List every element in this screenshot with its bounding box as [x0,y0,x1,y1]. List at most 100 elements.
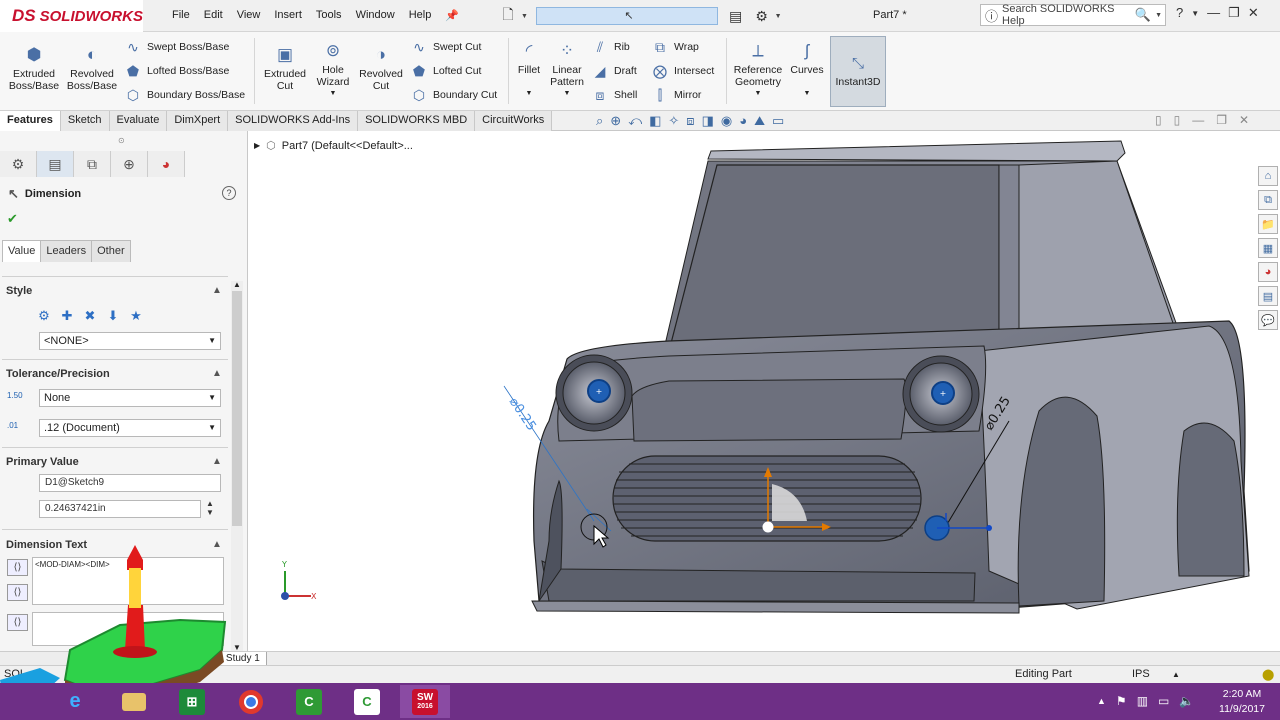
file-properties-icon[interactable]: ▤ [725,5,747,27]
right-headlight[interactable]: + [902,355,980,433]
view-palette-icon[interactable]: ▦ [1258,238,1278,258]
menu-help[interactable]: Help [402,9,439,22]
hide-show-items-icon[interactable]: ◉ [721,113,732,129]
lofted-cut-button[interactable]: ⬟ Lofted Cut [410,60,482,82]
dynamic-annotation-icon[interactable]: ✧ [668,113,679,129]
tab-mbd[interactable]: SOLIDWORKS MBD [358,111,476,131]
swept-cut-button[interactable]: ∿ Swept Cut [410,36,481,58]
close-icon[interactable]: ✕ [1248,5,1259,21]
pane-right-icon[interactable]: ▯ [1174,113,1181,127]
menu-insert[interactable]: Insert [267,9,309,22]
chevron-down-icon[interactable]: ▼ [755,88,762,100]
tab-addins[interactable]: SOLIDWORKS Add-Ins [228,111,359,131]
style-section-header[interactable]: Style [6,285,32,297]
chevron-down-icon[interactable]: ▼ [1191,5,1199,21]
menu-view[interactable]: View [230,9,268,22]
fillet-button[interactable]: ◜ Fillet ▼ [512,40,546,100]
style-select[interactable]: <NONE> ▼ [39,332,221,350]
taskbar-excel[interactable]: ⊞ [167,685,217,718]
hood-panel[interactable] [631,378,907,442]
chevron-down-icon[interactable]: ▼ [526,88,533,100]
extruded-boss-button[interactable]: ⬢ Extruded Boss/Base [6,44,62,92]
tab-leaders[interactable]: Leaders [40,240,93,262]
rear-wheel-arch[interactable] [1176,422,1245,577]
revolved-cut-button[interactable]: ◑ Revolved Cut [356,44,406,92]
extruded-cut-button[interactable]: ▣ Extruded Cut [259,44,311,92]
chevron-down-icon[interactable]: ▼ [330,88,337,100]
delete-style-icon[interactable]: ✖ [80,306,100,326]
restore-icon[interactable]: ❐ [1228,5,1240,21]
scroll-up-icon[interactable]: ▲ [233,280,241,289]
taskbar-solidworks[interactable]: SW 2016 [400,685,450,718]
windshield-panel[interactable] [668,164,1000,352]
lofted-boss-button[interactable]: ⬟ Lofted Boss/Base [124,60,229,82]
tab-value[interactable]: Value [2,240,42,262]
wrap-button[interactable]: ⧉ Wrap [651,36,699,58]
reference-geometry-button[interactable]: ⟂ Reference Geometry ▼ [731,40,785,100]
dimxpert-manager-tab-icon[interactable]: ⊕ [111,151,148,177]
section-view-icon[interactable]: ◧ [649,113,661,129]
select-cursor-icon[interactable]: ↖ [536,7,718,25]
chevron-down-icon[interactable]: ▼ [521,13,528,20]
previous-view-icon[interactable]: ⤺ [628,113,642,129]
minimize-icon[interactable]: — [1207,5,1220,21]
graphics-area[interactable]: ▶ ⬡ Part7 (Default<<Default>... + + ⌀0.2… [249,131,1280,652]
menu-edit[interactable]: Edit [197,9,230,22]
taskbar-ie[interactable]: e [50,685,100,718]
roof-top[interactable] [707,140,1126,162]
primary-value-section-header[interactable]: Primary Value [6,456,79,468]
tab-dimxpert[interactable]: DimXpert [167,111,229,131]
swept-boss-button[interactable]: ∿ Swept Boss/Base [124,36,229,58]
taskbar-camtasia-2[interactable]: C [342,685,392,718]
design-library-icon[interactable]: ⧉ [1258,190,1278,210]
menu-window[interactable]: Window [349,9,402,22]
solidworks-logo[interactable]: DS SOLIDWORKS [0,0,143,32]
tab-sketch[interactable]: Sketch [60,111,110,131]
panel-scrollbar[interactable]: ▲ ▼ [231,280,243,652]
front-bumper-lip[interactable] [531,600,1020,614]
forum-icon[interactable]: 💬 [1258,310,1278,330]
view-settings-icon[interactable]: ▭ [772,113,784,129]
help-question-icon[interactable]: ? [1176,5,1183,21]
tolerance-section-header[interactable]: Tolerance/Precision [6,368,110,380]
home-icon[interactable]: ⌂ [1258,166,1278,186]
rebuild-status-icon[interactable]: ⬤ [1262,668,1274,681]
car-model[interactable]: + + ⌀0.25 ⌀0.25 Y X [249,131,1280,652]
apply-scene-icon[interactable]: ⛰ [754,113,765,129]
file-explorer-icon[interactable]: 📁 [1258,214,1278,234]
taskbar-explorer[interactable] [109,685,159,718]
restore-icon[interactable]: ❐ [1216,113,1227,127]
load-style-icon[interactable]: ★ [126,306,146,326]
help-icon[interactable]: ? [222,186,236,200]
menu-file[interactable]: File [165,9,197,22]
tab-other[interactable]: Other [91,240,131,262]
taskbar-clock[interactable]: 2:20 AM 11/9/2017 [1212,687,1272,717]
chevron-down-icon[interactable]: ▼ [1155,12,1162,19]
collapse-chevron-icon[interactable]: ▲ [212,285,222,296]
edit-appearance-icon[interactable]: ◕ [739,113,747,129]
chevron-up-icon[interactable]: ▲ [1172,670,1180,679]
property-manager-tab-icon[interactable]: ▤ [37,151,74,177]
a-pillar[interactable] [998,164,1020,344]
value-spinner[interactable]: ▲ ▼ [206,499,214,517]
chevron-down-icon[interactable]: ▼ [804,88,811,100]
add-style-icon[interactable]: ✚ [57,306,77,326]
pin-icon[interactable]: 📌 [438,9,466,22]
minimize-icon[interactable]: — [1192,113,1204,127]
new-document-icon[interactable]: 🗋 [497,5,519,27]
chevron-down-icon[interactable]: ▼ [775,13,782,20]
boundary-boss-button[interactable]: ⬡ Boundary Boss/Base [124,84,245,106]
shell-button[interactable]: ⧈ Shell [591,84,638,106]
search-icon[interactable]: 🔍 [1135,7,1151,23]
tab-circuitworks[interactable]: CircuitWorks [475,111,553,131]
pane-left-icon[interactable]: ▯ [1155,113,1162,127]
zoom-to-area-icon[interactable]: ⊕ [610,113,621,129]
tolerance-type-select[interactable]: None ▼ [39,389,221,407]
draft-button[interactable]: ◢ Draft [591,60,637,82]
ok-check-icon[interactable]: ✔ [7,211,18,227]
appearances-icon[interactable]: ◕ [1258,262,1278,282]
intersect-button[interactable]: ⨂ Intersect [651,60,714,82]
tab-evaluate[interactable]: Evaluate [109,111,168,131]
volume-icon[interactable]: 🔈 [1179,694,1194,708]
view-orientation-icon[interactable]: ⧈ [686,113,694,129]
